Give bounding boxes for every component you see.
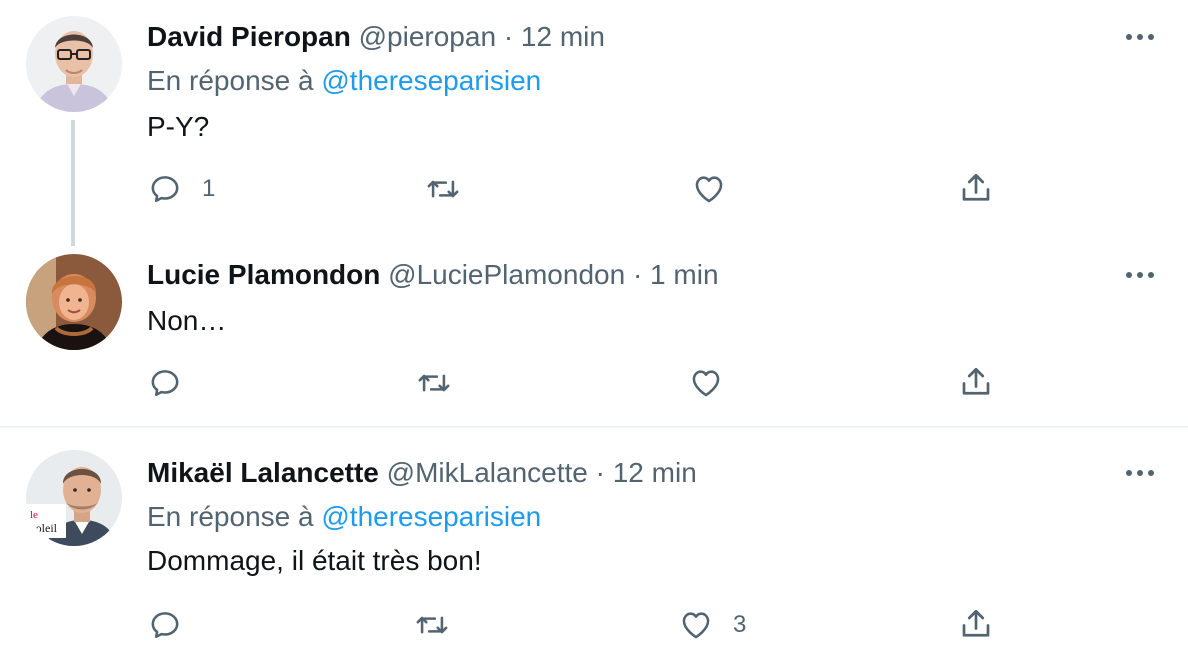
author-name[interactable]: Mikaël Lalancette [147, 457, 379, 488]
tweet-lucie-plamondon[interactable]: Lucie Plamondon @LuciePlamondon · 1 min … [0, 246, 1188, 426]
retweet-button[interactable] [413, 608, 451, 642]
like-button[interactable]: 3 [679, 608, 746, 642]
timestamp[interactable]: · 12 min [504, 21, 605, 52]
like-button[interactable] [689, 366, 743, 400]
reply-button[interactable] [148, 608, 202, 642]
thread-line [71, 120, 75, 246]
avatar-badge-text: le [30, 509, 38, 521]
tweet-mikael-lalancette[interactable]: le Soleil Mikaël Lalancette @MikLalancet… [0, 428, 1188, 660]
reply-context: En réponse à @thereseparisien [147, 500, 541, 534]
avatar-mikael-lalancette[interactable]: le Soleil [26, 450, 122, 546]
reply-prefix: En réponse à [147, 501, 314, 532]
reply-icon [151, 176, 179, 203]
share-button[interactable] [958, 364, 994, 400]
share-icon [962, 609, 990, 637]
tweet-text: P-Y? [147, 111, 210, 142]
reply-context: En réponse à @thereseparisien [147, 64, 541, 98]
like-button[interactable] [692, 172, 746, 206]
author-handle[interactable]: @pieropan [359, 21, 496, 52]
tweet-header: David Pieropan @pieropan · 12 min [147, 20, 605, 54]
more-icon[interactable] [1122, 27, 1158, 47]
more-icon[interactable] [1122, 463, 1158, 483]
tweet-header: Lucie Plamondon @LuciePlamondon · 1 min [147, 258, 719, 292]
author-handle[interactable]: @MikLalancette [387, 457, 588, 488]
reply-icon [151, 370, 179, 397]
tweet-text: Non… [147, 305, 227, 336]
share-button[interactable] [958, 170, 994, 206]
like-count: 3 [733, 611, 747, 638]
reply-button[interactable] [148, 366, 202, 400]
retweet-button[interactable] [415, 366, 453, 400]
avatar-badge-text: Soleil [29, 521, 58, 535]
retweet-icon [418, 374, 450, 392]
retweet-button[interactable] [424, 172, 462, 206]
author-name[interactable]: Lucie Plamondon [147, 259, 380, 290]
tweet-david-pieropan[interactable]: David Pieropan @pieropan · 12 min En rép… [0, 0, 1188, 246]
share-icon [962, 173, 990, 201]
heart-icon [692, 370, 720, 397]
reply-icon [151, 612, 179, 639]
retweet-icon [416, 616, 448, 634]
timestamp[interactable]: · 1 min [633, 259, 719, 290]
tweet-text: Dommage, il était très bon! [147, 545, 482, 576]
avatar-david-pieropan[interactable] [26, 16, 122, 112]
heart-icon [682, 612, 710, 639]
author-name[interactable]: David Pieropan [147, 21, 351, 52]
reply-count: 1 [202, 175, 216, 202]
mention-link[interactable]: @thereseparisien [321, 65, 541, 96]
more-icon[interactable] [1122, 265, 1158, 285]
timestamp[interactable]: · 12 min [596, 457, 697, 488]
heart-icon [695, 176, 723, 203]
mention-link[interactable]: @thereseparisien [321, 501, 541, 532]
reply-prefix: En réponse à [147, 65, 314, 96]
avatar-lucie-plamondon[interactable] [26, 254, 122, 350]
share-icon [962, 367, 990, 395]
tweet-header: Mikaël Lalancette @MikLalancette · 12 mi… [147, 456, 697, 490]
retweet-icon [427, 180, 459, 198]
reply-button[interactable]: 1 [148, 172, 215, 206]
share-button[interactable] [958, 606, 994, 642]
author-handle[interactable]: @LuciePlamondon [388, 259, 625, 290]
